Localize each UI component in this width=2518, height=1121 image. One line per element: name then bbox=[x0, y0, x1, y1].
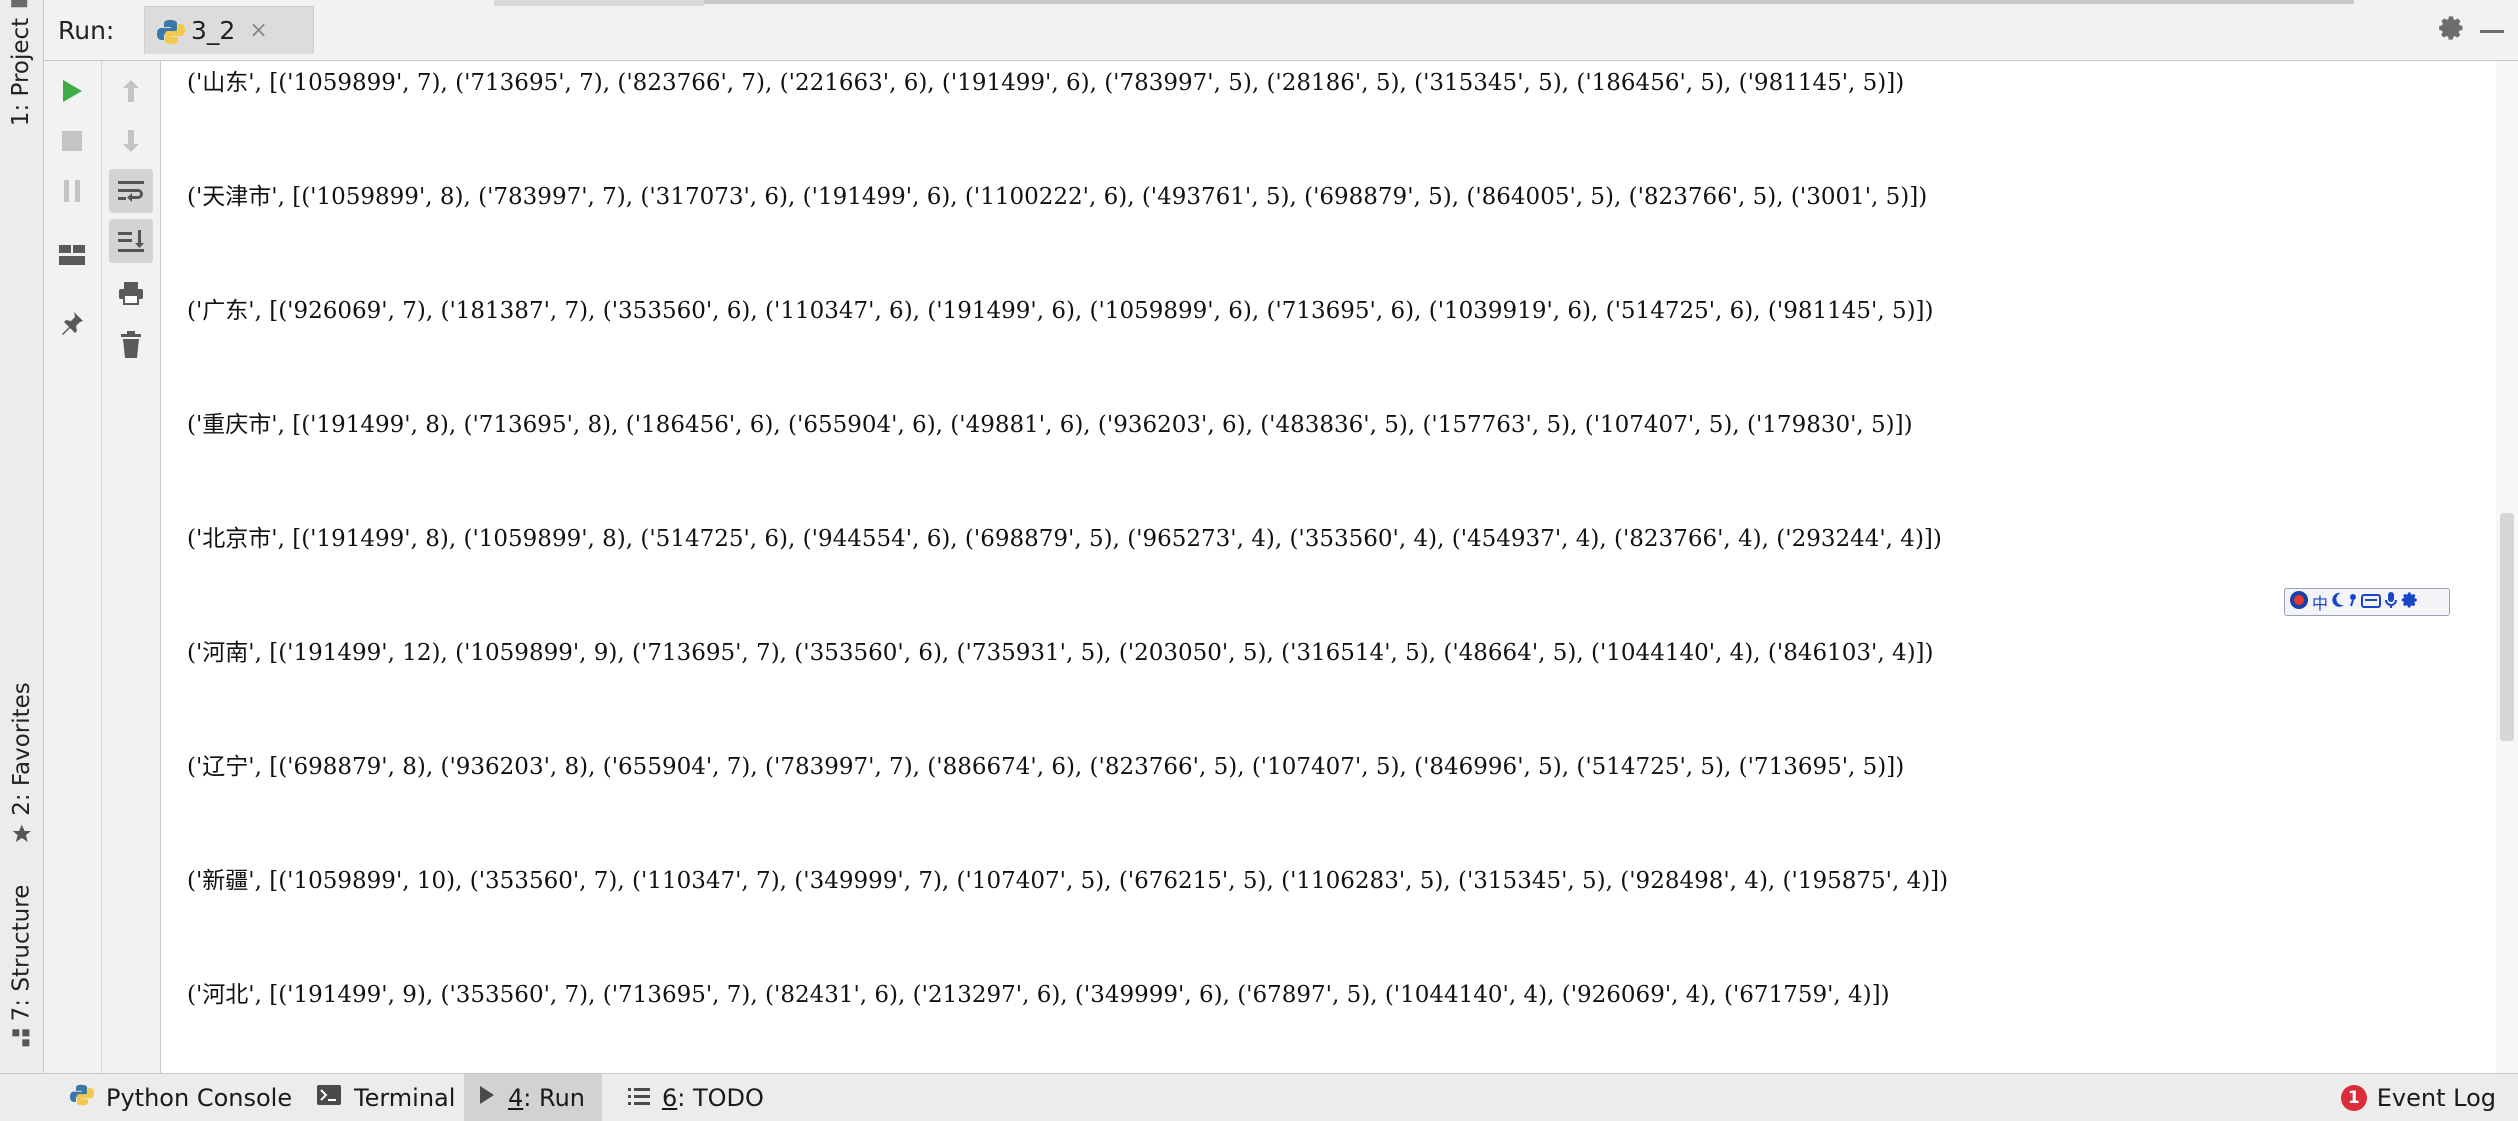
microphone-icon[interactable] bbox=[2384, 591, 2398, 613]
run-tab-text: 4: Run bbox=[508, 1084, 585, 1112]
soft-wrap-icon[interactable] bbox=[109, 169, 153, 213]
pin-icon[interactable] bbox=[50, 301, 94, 345]
console-line: ('河北', [('191499', 9), ('353560', 7), ('… bbox=[187, 982, 1890, 1008]
left-tool-window-strip: 1: Project 2: Favorites 7: Structure bbox=[0, 0, 44, 1120]
layout-icon[interactable] bbox=[50, 233, 94, 277]
arrow-up-icon[interactable] bbox=[109, 69, 153, 113]
top-divider bbox=[494, 0, 704, 6]
vertical-scrollbar[interactable] bbox=[2496, 61, 2518, 1073]
project-tool-tab[interactable]: 1: Project bbox=[0, 0, 43, 126]
print-icon[interactable] bbox=[109, 271, 153, 315]
console-line: ('天津市', [('1059899', 8), ('783997', 7), … bbox=[187, 184, 1928, 210]
ime-toolbar[interactable]: 中 bbox=[2284, 588, 2450, 616]
run-window-title: Run: bbox=[58, 16, 115, 45]
moon-icon[interactable] bbox=[2331, 592, 2345, 612]
trash-icon[interactable] bbox=[109, 323, 153, 367]
star-icon bbox=[11, 823, 33, 851]
arrow-down-icon[interactable] bbox=[109, 119, 153, 163]
run-toolbar-secondary bbox=[102, 61, 161, 1073]
console-line: ('山东', [('1059899', 7), ('713695', 7), (… bbox=[187, 70, 1905, 96]
event-count-badge: 1 bbox=[2340, 1084, 2367, 1111]
keyboard-icon[interactable] bbox=[2361, 593, 2382, 612]
console-line: ('重庆市', [('191499', 8), ('713695', 8), (… bbox=[187, 412, 1913, 438]
console-line: ('新疆', [('1059899', 10), ('353560', 7), … bbox=[187, 868, 1949, 894]
bottom-tool-bar: Python Console Terminal 4: Run 6: TODO 1… bbox=[0, 1073, 2518, 1121]
terminal-icon bbox=[316, 1084, 342, 1112]
favorites-tab-label: 2: Favorites bbox=[8, 682, 35, 816]
python-console-tab[interactable]: Python Console bbox=[56, 1074, 306, 1121]
console-output[interactable]: ('山东', [('1059899', 7), ('713695', 7), (… bbox=[161, 61, 2494, 1073]
project-tab-label: 1: Project bbox=[8, 17, 35, 127]
stop-button[interactable] bbox=[50, 119, 94, 163]
todo-tab-text: 6: TODO bbox=[662, 1084, 764, 1112]
play-icon bbox=[478, 1084, 496, 1112]
punctuation-icon[interactable] bbox=[2348, 592, 2358, 612]
top-divider-secondary bbox=[704, 0, 2354, 4]
scroll-to-end-icon[interactable] bbox=[109, 219, 153, 263]
run-tab-label: : Run bbox=[523, 1083, 586, 1112]
event-log-button[interactable]: 1 Event Log bbox=[2340, 1074, 2496, 1121]
favorites-tool-tab[interactable]: 2: Favorites bbox=[0, 680, 43, 850]
run-tab-label: 3_2 bbox=[191, 16, 236, 45]
structure-tab-label: 7: Structure bbox=[8, 884, 35, 1021]
structure-tool-tab[interactable]: 7: Structure bbox=[0, 880, 43, 1055]
list-icon bbox=[628, 1084, 650, 1112]
structure-icon bbox=[12, 1028, 32, 1054]
ime-logo-icon[interactable] bbox=[2289, 590, 2309, 614]
console-line: ('辽宁', [('698879', 8), ('936203', 8), ('… bbox=[187, 754, 1905, 780]
terminal-label: Terminal bbox=[354, 1083, 456, 1112]
run-config-tab[interactable]: 3_2 × bbox=[144, 6, 314, 54]
pause-button[interactable] bbox=[50, 169, 94, 213]
todo-tab-label: : TODO bbox=[677, 1083, 764, 1112]
python-icon bbox=[70, 1083, 94, 1113]
run-toolbar-primary bbox=[44, 61, 102, 1073]
terminal-tab[interactable]: Terminal bbox=[302, 1074, 469, 1121]
close-icon[interactable]: × bbox=[249, 18, 267, 43]
console-line: ('河南', [('191499', 12), ('1059899', 9), … bbox=[187, 640, 1934, 666]
minimize-icon[interactable] bbox=[2480, 30, 2504, 33]
console-line: ('北京市', [('191499', 8), ('1059899', 8), … bbox=[187, 526, 1942, 552]
rerun-button[interactable] bbox=[50, 69, 94, 113]
todo-tab[interactable]: 6: TODO bbox=[614, 1074, 778, 1121]
scrollbar-thumb[interactable] bbox=[2500, 513, 2514, 741]
event-log-label: Event Log bbox=[2376, 1083, 2496, 1112]
run-tab-number: 4 bbox=[508, 1083, 524, 1112]
run-window-header: Run: 3_2 × bbox=[44, 0, 2518, 61]
console-line: ('广东', [('926069', 7), ('181387', 7), ('… bbox=[187, 298, 1934, 324]
settings-icon[interactable] bbox=[2401, 591, 2419, 613]
ime-chinese-mode[interactable]: 中 bbox=[2312, 590, 2328, 614]
python-console-label: Python Console bbox=[106, 1083, 293, 1112]
todo-tab-number: 6 bbox=[662, 1083, 678, 1112]
run-tab[interactable]: 4: Run bbox=[464, 1074, 602, 1121]
folder-icon bbox=[9, 0, 35, 8]
gear-icon[interactable] bbox=[2438, 14, 2466, 46]
python-file-icon bbox=[157, 18, 185, 50]
